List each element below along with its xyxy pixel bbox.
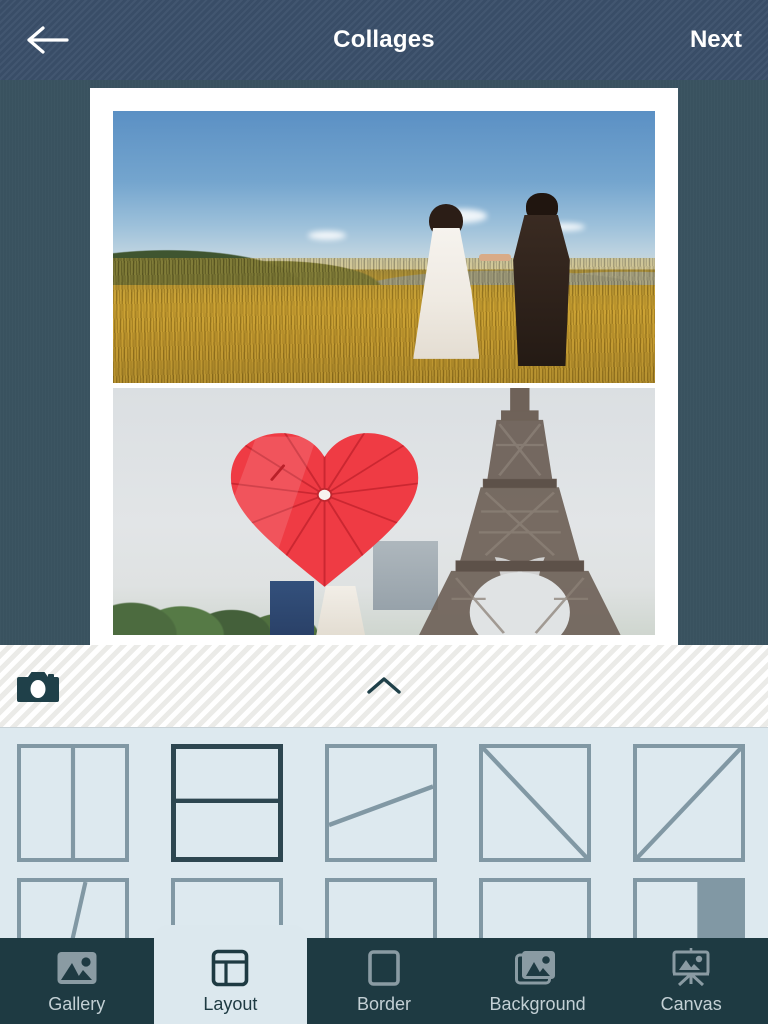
- layout-thumb-diagonal-tlbr-2[interactable]: [479, 744, 591, 862]
- groom-figure: [503, 192, 579, 367]
- layout-thumb-horizontal-split-2[interactable]: [171, 744, 283, 862]
- cloud: [308, 230, 347, 241]
- collage-canvas[interactable]: [90, 88, 678, 645]
- tab-canvas[interactable]: Canvas: [614, 938, 768, 1024]
- groom-suit: [513, 214, 570, 367]
- editor-toolbar: [0, 645, 768, 728]
- heart-umbrella: [227, 428, 422, 591]
- tab-label: Gallery: [48, 993, 106, 1014]
- images-stack-icon: [514, 948, 561, 988]
- tab-layout[interactable]: Layout: [153, 925, 308, 1024]
- tab-label: Border: [356, 993, 411, 1014]
- photo-wheat-field-couple: [113, 111, 655, 383]
- collage-stage: [0, 80, 768, 645]
- tab-background[interactable]: Background: [461, 938, 615, 1024]
- chevron-up-icon: [367, 677, 401, 694]
- camera-button[interactable]: [8, 656, 68, 716]
- tab-gallery[interactable]: Gallery: [0, 938, 154, 1024]
- collage-cell-bottom[interactable]: [113, 388, 655, 635]
- eiffel-tower: [406, 388, 634, 635]
- layout-thumb-diagonal-bltr-2[interactable]: [633, 744, 745, 862]
- square-icon: [367, 948, 401, 988]
- collage-editor-screen: Collages Next Gallery Layout Border Back…: [0, 0, 768, 1024]
- grid-layout-icon: [211, 948, 249, 988]
- tab-label: Canvas: [660, 993, 722, 1014]
- layout-row-1: [0, 744, 768, 862]
- arrow-left-icon: [27, 26, 69, 54]
- image-icon: [56, 948, 98, 988]
- layout-thumb-diagonal-shallow-2[interactable]: [325, 744, 437, 862]
- tab-border[interactable]: Border: [307, 938, 461, 1024]
- collapse-panel-button[interactable]: [349, 656, 419, 716]
- bride-dress: [413, 227, 480, 359]
- page-title: Collages: [333, 26, 435, 53]
- easel-icon: [669, 947, 713, 988]
- collage-cell-top[interactable]: [113, 111, 655, 383]
- camera-icon: [17, 672, 59, 702]
- app-header: Collages Next: [0, 0, 768, 80]
- photo-eiffel-heart-umbrella: [113, 388, 655, 635]
- bride-figure: [411, 203, 481, 359]
- back-button[interactable]: [26, 12, 82, 68]
- bottom-tab-bar: Gallery Layout Border Background Canvas: [0, 925, 768, 1024]
- tab-label: Background: [489, 993, 586, 1014]
- next-button[interactable]: Next: [690, 26, 742, 54]
- tab-label: Layout: [203, 993, 258, 1014]
- layout-thumb-vertical-split-2[interactable]: [17, 744, 129, 862]
